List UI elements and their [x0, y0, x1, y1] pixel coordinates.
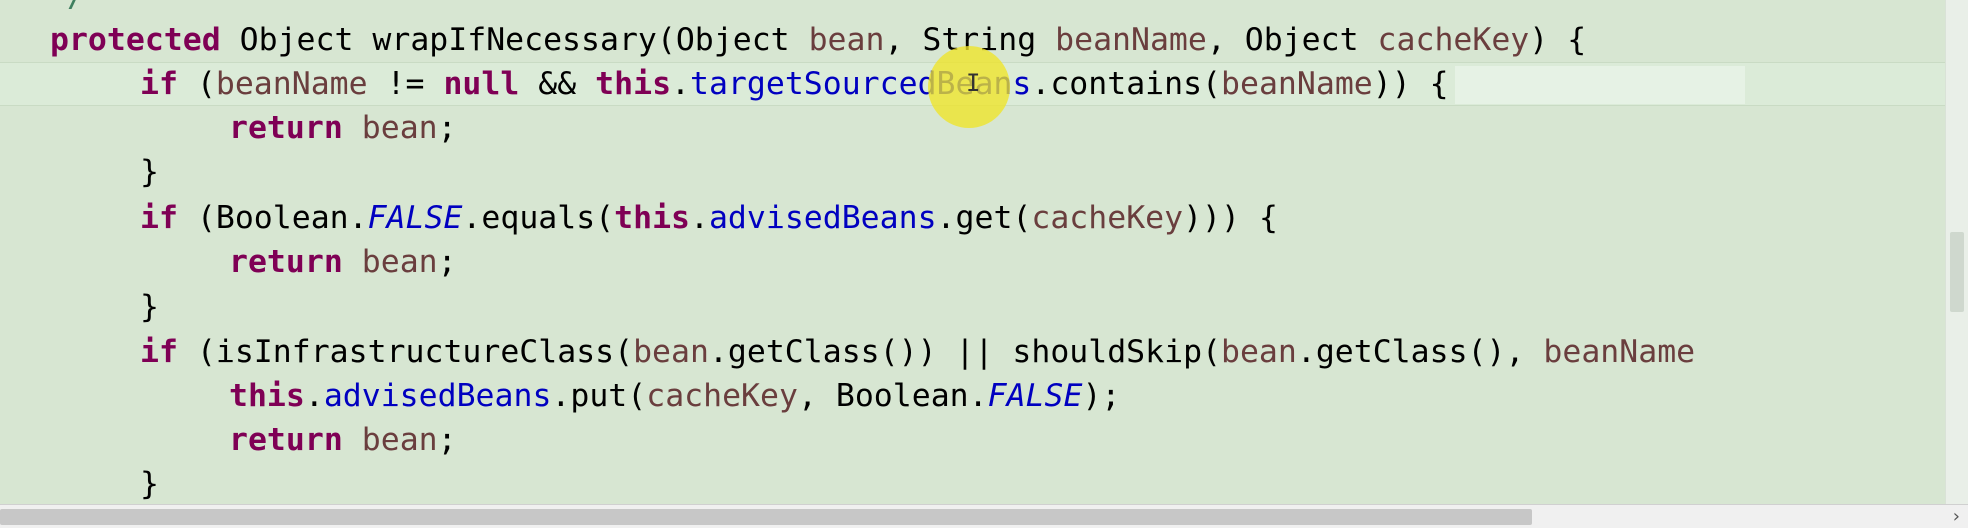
- code-line-4[interactable]: }: [0, 150, 159, 194]
- token-keyword: this: [595, 66, 672, 102]
- token-param: bean: [361, 422, 438, 458]
- token-param: cacheKey: [1031, 200, 1184, 236]
- token-text: ;: [437, 244, 457, 280]
- code-line-8[interactable]: if (isInfrastructureClass(bean.getClass(…: [0, 330, 1695, 374]
- token-param: bean: [1221, 334, 1297, 370]
- token-text: .get(: [936, 200, 1032, 236]
- token-keyword: return: [229, 422, 343, 458]
- code-line-11[interactable]: }: [0, 462, 159, 506]
- token-text: ))) {: [1183, 200, 1278, 236]
- token-param: beanName: [1055, 22, 1207, 58]
- token-text: .: [690, 200, 709, 236]
- token-text: }: [140, 154, 159, 190]
- code-lines[interactable]: protected Object wrapIfNecessary(Object …: [0, 0, 1946, 502]
- token-param: beanName: [215, 66, 368, 102]
- token-keyword: null: [443, 66, 520, 102]
- code-editor[interactable]: */ protected Object wrapIfNecessary(Obje…: [0, 0, 1968, 528]
- code-line-10[interactable]: return bean;: [0, 418, 457, 462]
- token-param: beanName: [1221, 66, 1373, 102]
- token-keyword: if: [140, 200, 178, 236]
- token-text: , Boolean.: [797, 378, 988, 414]
- token-text: }: [140, 466, 159, 502]
- token-field: targetSourcedBeans: [690, 66, 1032, 102]
- token-param: bean: [361, 244, 438, 280]
- horizontal-scrollbar[interactable]: ›: [0, 504, 1968, 528]
- token-text: .put(: [551, 378, 647, 414]
- token-text: (: [177, 66, 216, 102]
- token-keyword: this: [614, 200, 690, 236]
- token-param: beanName: [1543, 334, 1696, 370]
- token-static-field: FALSE: [367, 200, 463, 236]
- token-param: bean: [633, 334, 709, 370]
- token-keyword: return: [229, 110, 343, 146]
- token-text: , Object: [1206, 22, 1378, 58]
- token-text: .getClass(),: [1296, 334, 1544, 370]
- token-text: .equals(: [462, 200, 615, 236]
- token-text: .getClass()) || shouldSkip(: [708, 334, 1221, 370]
- token-static-field: FALSE: [987, 378, 1083, 414]
- token-text: (isInfrastructureClass(: [177, 334, 634, 370]
- token-text: (Boolean.: [177, 200, 368, 236]
- token-text: )) {: [1372, 66, 1449, 102]
- code-line-5[interactable]: if (Boolean.FALSE.equals(this.advisedBea…: [0, 196, 1278, 240]
- token-keyword: protected: [50, 22, 221, 58]
- token-text: }: [140, 289, 159, 325]
- vertical-scrollbar-thumb[interactable]: [1950, 232, 1964, 312]
- token-field: advisedBeans: [323, 378, 552, 414]
- code-line-3[interactable]: return bean;: [0, 106, 457, 150]
- scroll-right-arrow-icon[interactable]: ›: [1953, 505, 1960, 528]
- token-param: bean: [361, 110, 438, 146]
- token-text: !=: [367, 66, 444, 102]
- token-field: advisedBeans: [708, 200, 937, 236]
- token-text: , String: [884, 22, 1056, 58]
- token-keyword: this: [229, 378, 305, 414]
- horizontal-scrollbar-thumb[interactable]: [0, 509, 1532, 525]
- token-text: ;: [437, 422, 457, 458]
- token-text: .: [304, 378, 324, 414]
- token-keyword: if: [140, 66, 178, 102]
- token-text: Object wrapIfNecessary(Object: [220, 22, 809, 58]
- token-text: &&: [519, 66, 596, 102]
- code-line-2-current[interactable]: if (beanName != null && this.targetSourc…: [0, 62, 1946, 106]
- token-text: .: [671, 66, 690, 102]
- code-line-1[interactable]: protected Object wrapIfNecessary(Object …: [0, 18, 1586, 62]
- token-text: );: [1082, 378, 1121, 414]
- token-param: bean: [808, 22, 885, 58]
- code-line-6[interactable]: return bean;: [0, 240, 457, 284]
- token-text: .contains(: [1031, 66, 1222, 102]
- code-line-7[interactable]: }: [0, 285, 159, 329]
- token-param: cacheKey: [1377, 22, 1530, 58]
- vertical-scrollbar[interactable]: [1945, 0, 1968, 504]
- token-text: ;: [437, 110, 457, 146]
- current-line-endcap: [1454, 66, 1745, 104]
- token-text: ) {: [1529, 22, 1587, 58]
- code-line-9[interactable]: this.advisedBeans.put(cacheKey, Boolean.…: [0, 374, 1120, 418]
- token-keyword: if: [140, 334, 178, 370]
- token-param: cacheKey: [646, 378, 798, 414]
- token-keyword: return: [229, 244, 343, 280]
